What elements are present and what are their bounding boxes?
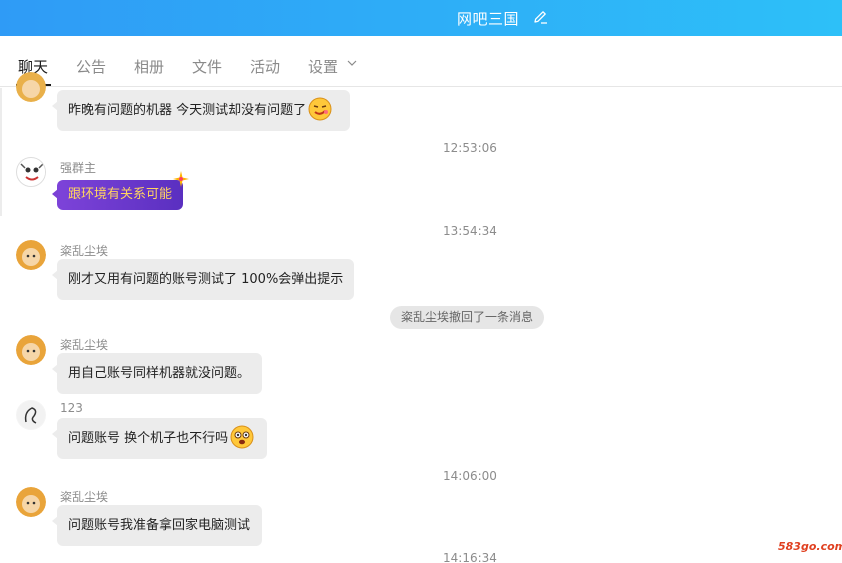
avatar[interactable] <box>16 240 46 270</box>
system-notice-text: 粢乱尘埃撤回了一条消息 <box>401 310 534 324</box>
avatar[interactable] <box>16 335 46 365</box>
avatar[interactable] <box>16 72 46 102</box>
avatar[interactable] <box>16 487 46 517</box>
message-text: 问题账号 换个机子也不行吗 <box>68 431 229 446</box>
timestamp: 12:53:06 <box>443 141 497 155</box>
message-bubble[interactable]: 跟环境有关系可能 <box>52 180 183 210</box>
tab-bar: 聊天 公告 相册 文件 活动 设置 <box>0 36 842 87</box>
watermark: 583go.com <box>778 540 842 553</box>
tab-album[interactable]: 相册 <box>134 56 164 77</box>
message-bubble[interactable]: 昨晚有问题的机器 今天测试却没有问题了 <box>52 90 350 131</box>
message-text: 跟环境有关系可能 <box>68 187 173 202</box>
message-bubble[interactable]: 用自己账号同样机器就没问题。 <box>52 353 262 394</box>
message-text: 问题账号我准备拿回家电脑测试 <box>68 518 251 533</box>
window-title: 网吧三国 <box>457 10 520 28</box>
timestamp: 14:06:00 <box>443 469 497 483</box>
timestamp: 13:54:34 <box>443 224 497 238</box>
tab-files[interactable]: 文件 <box>192 56 222 77</box>
message-text: 昨晚有问题的机器 今天测试却没有问题了 <box>68 103 307 118</box>
avatar[interactable] <box>16 157 46 187</box>
tab-activities[interactable]: 活动 <box>250 56 280 77</box>
system-notice: 粢乱尘埃撤回了一条消息 <box>390 306 545 329</box>
shocked-emoji-icon <box>230 425 254 449</box>
avatar[interactable] <box>16 400 46 430</box>
sparkle-icon <box>173 171 189 187</box>
sender-name: 强群主 <box>60 161 97 175</box>
timestamp: 14:16:34 <box>443 551 497 563</box>
sender-name: 粢乱尘埃 <box>60 338 109 352</box>
sender-name: 粢乱尘埃 <box>60 244 109 258</box>
sender-name: 粢乱尘埃 <box>60 490 109 504</box>
message-bubble[interactable]: 刚才又用有问题的账号测试了 100%会弹出提示 <box>52 259 354 300</box>
title-bar: 网吧三国 <box>0 0 842 36</box>
scroll-edge <box>0 88 2 216</box>
edit-icon[interactable] <box>532 9 548 25</box>
message-text: 刚才又用有问题的账号测试了 100%会弹出提示 <box>68 272 344 287</box>
smirk-emoji-icon <box>308 97 332 121</box>
message-text: 用自己账号同样机器就没问题。 <box>68 366 251 381</box>
sender-name: 123 <box>60 401 83 415</box>
tab-announcements[interactable]: 公告 <box>76 56 106 77</box>
tab-settings[interactable]: 设置 <box>308 56 338 77</box>
message-bubble[interactable]: 问题账号 换个机子也不行吗 <box>52 418 267 459</box>
message-bubble[interactable]: 问题账号我准备拿回家电脑测试 <box>52 505 262 546</box>
chevron-down-icon[interactable] <box>347 59 357 67</box>
